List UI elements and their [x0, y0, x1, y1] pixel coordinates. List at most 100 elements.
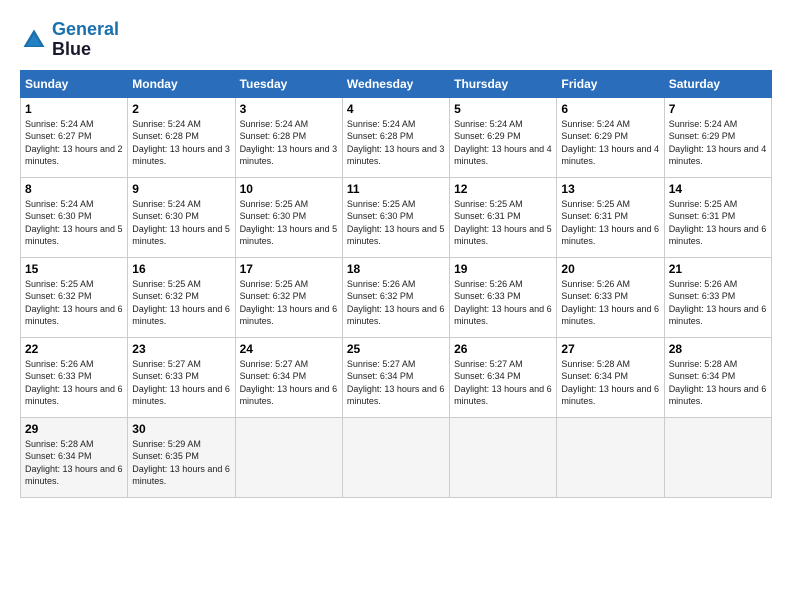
day-number: 19 — [454, 262, 552, 276]
calendar-cell: 16 Sunrise: 5:25 AM Sunset: 6:32 PM Dayl… — [128, 257, 235, 337]
calendar-cell: 27 Sunrise: 5:28 AM Sunset: 6:34 PM Dayl… — [557, 337, 664, 417]
day-info: Sunrise: 5:24 AM Sunset: 6:30 PM Dayligh… — [25, 198, 123, 248]
week-row-5: 29 Sunrise: 5:28 AM Sunset: 6:34 PM Dayl… — [21, 417, 772, 497]
day-info: Sunrise: 5:25 AM Sunset: 6:32 PM Dayligh… — [240, 278, 338, 328]
calendar-cell: 9 Sunrise: 5:24 AM Sunset: 6:30 PM Dayli… — [128, 177, 235, 257]
day-number: 16 — [132, 262, 230, 276]
day-info: Sunrise: 5:26 AM Sunset: 6:33 PM Dayligh… — [25, 358, 123, 408]
day-number: 27 — [561, 342, 659, 356]
week-row-1: 1 Sunrise: 5:24 AM Sunset: 6:27 PM Dayli… — [21, 97, 772, 177]
calendar-cell: 8 Sunrise: 5:24 AM Sunset: 6:30 PM Dayli… — [21, 177, 128, 257]
day-info: Sunrise: 5:24 AM Sunset: 6:28 PM Dayligh… — [240, 118, 338, 168]
calendar-cell: 26 Sunrise: 5:27 AM Sunset: 6:34 PM Dayl… — [450, 337, 557, 417]
column-header-wednesday: Wednesday — [342, 70, 449, 97]
day-number: 28 — [669, 342, 767, 356]
day-info: Sunrise: 5:24 AM Sunset: 6:30 PM Dayligh… — [132, 198, 230, 248]
day-number: 17 — [240, 262, 338, 276]
week-row-4: 22 Sunrise: 5:26 AM Sunset: 6:33 PM Dayl… — [21, 337, 772, 417]
calendar-table: SundayMondayTuesdayWednesdayThursdayFrid… — [20, 70, 772, 498]
column-header-thursday: Thursday — [450, 70, 557, 97]
calendar-cell: 7 Sunrise: 5:24 AM Sunset: 6:29 PM Dayli… — [664, 97, 771, 177]
calendar-cell: 10 Sunrise: 5:25 AM Sunset: 6:30 PM Dayl… — [235, 177, 342, 257]
day-number: 3 — [240, 102, 338, 116]
day-number: 14 — [669, 182, 767, 196]
logo-icon — [20, 26, 48, 54]
calendar-cell: 28 Sunrise: 5:28 AM Sunset: 6:34 PM Dayl… — [664, 337, 771, 417]
calendar-cell: 17 Sunrise: 5:25 AM Sunset: 6:32 PM Dayl… — [235, 257, 342, 337]
header: General Blue — [20, 20, 772, 60]
day-info: Sunrise: 5:25 AM Sunset: 6:31 PM Dayligh… — [454, 198, 552, 248]
day-info: Sunrise: 5:28 AM Sunset: 6:34 PM Dayligh… — [25, 438, 123, 488]
day-number: 23 — [132, 342, 230, 356]
logo-text: General Blue — [52, 20, 119, 60]
column-header-saturday: Saturday — [664, 70, 771, 97]
day-number: 18 — [347, 262, 445, 276]
day-number: 4 — [347, 102, 445, 116]
column-header-monday: Monday — [128, 70, 235, 97]
day-number: 25 — [347, 342, 445, 356]
calendar-cell — [235, 417, 342, 497]
day-info: Sunrise: 5:26 AM Sunset: 6:32 PM Dayligh… — [347, 278, 445, 328]
calendar-cell: 29 Sunrise: 5:28 AM Sunset: 6:34 PM Dayl… — [21, 417, 128, 497]
day-info: Sunrise: 5:25 AM Sunset: 6:30 PM Dayligh… — [347, 198, 445, 248]
day-info: Sunrise: 5:28 AM Sunset: 6:34 PM Dayligh… — [561, 358, 659, 408]
day-number: 29 — [25, 422, 123, 436]
calendar-cell: 18 Sunrise: 5:26 AM Sunset: 6:32 PM Dayl… — [342, 257, 449, 337]
week-row-3: 15 Sunrise: 5:25 AM Sunset: 6:32 PM Dayl… — [21, 257, 772, 337]
day-info: Sunrise: 5:25 AM Sunset: 6:32 PM Dayligh… — [25, 278, 123, 328]
day-info: Sunrise: 5:27 AM Sunset: 6:33 PM Dayligh… — [132, 358, 230, 408]
calendar-cell: 14 Sunrise: 5:25 AM Sunset: 6:31 PM Dayl… — [664, 177, 771, 257]
calendar-cell: 21 Sunrise: 5:26 AM Sunset: 6:33 PM Dayl… — [664, 257, 771, 337]
day-info: Sunrise: 5:28 AM Sunset: 6:34 PM Dayligh… — [669, 358, 767, 408]
header-row: SundayMondayTuesdayWednesdayThursdayFrid… — [21, 70, 772, 97]
logo: General Blue — [20, 20, 119, 60]
day-info: Sunrise: 5:24 AM Sunset: 6:29 PM Dayligh… — [454, 118, 552, 168]
day-info: Sunrise: 5:27 AM Sunset: 6:34 PM Dayligh… — [240, 358, 338, 408]
day-info: Sunrise: 5:24 AM Sunset: 6:28 PM Dayligh… — [132, 118, 230, 168]
day-info: Sunrise: 5:24 AM Sunset: 6:27 PM Dayligh… — [25, 118, 123, 168]
day-number: 22 — [25, 342, 123, 356]
calendar-cell: 11 Sunrise: 5:25 AM Sunset: 6:30 PM Dayl… — [342, 177, 449, 257]
day-info: Sunrise: 5:24 AM Sunset: 6:29 PM Dayligh… — [669, 118, 767, 168]
day-info: Sunrise: 5:29 AM Sunset: 6:35 PM Dayligh… — [132, 438, 230, 488]
day-info: Sunrise: 5:24 AM Sunset: 6:28 PM Dayligh… — [347, 118, 445, 168]
column-header-tuesday: Tuesday — [235, 70, 342, 97]
calendar-cell — [664, 417, 771, 497]
day-info: Sunrise: 5:26 AM Sunset: 6:33 PM Dayligh… — [669, 278, 767, 328]
day-number: 10 — [240, 182, 338, 196]
calendar-cell: 22 Sunrise: 5:26 AM Sunset: 6:33 PM Dayl… — [21, 337, 128, 417]
day-number: 9 — [132, 182, 230, 196]
calendar-cell — [450, 417, 557, 497]
calendar-cell: 2 Sunrise: 5:24 AM Sunset: 6:28 PM Dayli… — [128, 97, 235, 177]
day-number: 6 — [561, 102, 659, 116]
calendar-cell: 23 Sunrise: 5:27 AM Sunset: 6:33 PM Dayl… — [128, 337, 235, 417]
day-info: Sunrise: 5:26 AM Sunset: 6:33 PM Dayligh… — [454, 278, 552, 328]
calendar-cell: 6 Sunrise: 5:24 AM Sunset: 6:29 PM Dayli… — [557, 97, 664, 177]
calendar-cell — [342, 417, 449, 497]
calendar-cell: 30 Sunrise: 5:29 AM Sunset: 6:35 PM Dayl… — [128, 417, 235, 497]
calendar-cell: 3 Sunrise: 5:24 AM Sunset: 6:28 PM Dayli… — [235, 97, 342, 177]
day-info: Sunrise: 5:25 AM Sunset: 6:32 PM Dayligh… — [132, 278, 230, 328]
day-info: Sunrise: 5:27 AM Sunset: 6:34 PM Dayligh… — [347, 358, 445, 408]
day-info: Sunrise: 5:25 AM Sunset: 6:30 PM Dayligh… — [240, 198, 338, 248]
calendar-cell: 19 Sunrise: 5:26 AM Sunset: 6:33 PM Dayl… — [450, 257, 557, 337]
day-number: 5 — [454, 102, 552, 116]
day-info: Sunrise: 5:27 AM Sunset: 6:34 PM Dayligh… — [454, 358, 552, 408]
calendar-cell: 20 Sunrise: 5:26 AM Sunset: 6:33 PM Dayl… — [557, 257, 664, 337]
calendar-cell: 12 Sunrise: 5:25 AM Sunset: 6:31 PM Dayl… — [450, 177, 557, 257]
day-number: 20 — [561, 262, 659, 276]
day-number: 8 — [25, 182, 123, 196]
day-number: 11 — [347, 182, 445, 196]
calendar-cell: 5 Sunrise: 5:24 AM Sunset: 6:29 PM Dayli… — [450, 97, 557, 177]
calendar-cell: 25 Sunrise: 5:27 AM Sunset: 6:34 PM Dayl… — [342, 337, 449, 417]
day-number: 24 — [240, 342, 338, 356]
day-number: 12 — [454, 182, 552, 196]
day-number: 26 — [454, 342, 552, 356]
day-number: 2 — [132, 102, 230, 116]
day-info: Sunrise: 5:26 AM Sunset: 6:33 PM Dayligh… — [561, 278, 659, 328]
day-number: 15 — [25, 262, 123, 276]
day-info: Sunrise: 5:25 AM Sunset: 6:31 PM Dayligh… — [669, 198, 767, 248]
day-number: 1 — [25, 102, 123, 116]
day-number: 30 — [132, 422, 230, 436]
day-number: 13 — [561, 182, 659, 196]
